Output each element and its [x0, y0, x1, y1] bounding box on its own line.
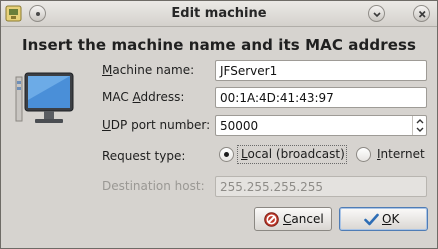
mac-address-label-text: ddress: [140, 90, 185, 104]
udp-port-label: UDP port number: [102, 118, 210, 132]
checkmark-icon [364, 212, 379, 227]
close-button[interactable] [413, 5, 430, 22]
radio-local-broadcast[interactable]: Local (broadcast) [219, 146, 349, 164]
machine-name-label-mnemonic: M [102, 63, 113, 77]
machine-name-value: JFServer1 [220, 64, 278, 78]
radio-selected-dot [224, 152, 229, 157]
ok-label-text: K [391, 212, 400, 226]
radio-internet-label[interactable]: Internet [377, 147, 425, 161]
udp-port-label-mnemonic: U [102, 118, 111, 132]
machine-name-input[interactable]: JFServer1 [215, 60, 427, 81]
mac-address-label: MAC Address: [102, 90, 184, 104]
radio-internet-circle[interactable] [356, 147, 371, 162]
destination-host-label: Destination host: [102, 179, 205, 193]
dialog-heading: Insert the machine name and its MAC addr… [21, 36, 417, 54]
ok-label: OK [382, 212, 399, 226]
udp-port-spin-buttons[interactable] [412, 116, 426, 135]
minimize-button[interactable] [368, 5, 385, 22]
radio-internet[interactable]: Internet [356, 146, 431, 164]
udp-port-spinbox[interactable]: 50000 [215, 115, 427, 136]
machine-name-label: Machine name: [102, 63, 194, 77]
mac-address-input[interactable]: 00:1A:4D:41:43:97 [215, 87, 427, 108]
destination-host-value: 255.255.255.255 [220, 180, 324, 194]
edit-machine-dialog: Edit machine Insert the machine name and… [0, 0, 438, 249]
request-type-label: Request type: [102, 149, 186, 163]
mac-address-label-prefix: MAC [102, 90, 133, 104]
mac-address-value: 00:1A:4D:41:43:97 [220, 91, 334, 105]
cancel-button[interactable]: Cancel [254, 207, 332, 231]
title-bar[interactable]: Edit machine [1, 1, 437, 27]
cancel-label: Cancel [283, 212, 324, 226]
udp-port-label-text: DP port number: [110, 118, 211, 132]
computer-monitor-icon [13, 67, 77, 131]
cancel-label-text: ancel [291, 212, 324, 226]
mac-address-label-mnemonic: A [132, 90, 141, 104]
ok-button[interactable]: OK [339, 207, 428, 231]
machine-name-label-text: achine name: [112, 63, 195, 77]
cancel-icon [264, 212, 279, 227]
local-label-text: ocal (broadcast) [247, 147, 345, 161]
destination-host-input: 255.255.255.255 [215, 176, 427, 197]
internet-label-text: nternet [380, 147, 425, 161]
radio-local-broadcast-circle[interactable] [219, 147, 234, 162]
udp-port-value: 50000 [220, 119, 259, 133]
radio-local-broadcast-label[interactable]: Local (broadcast) [241, 147, 345, 161]
